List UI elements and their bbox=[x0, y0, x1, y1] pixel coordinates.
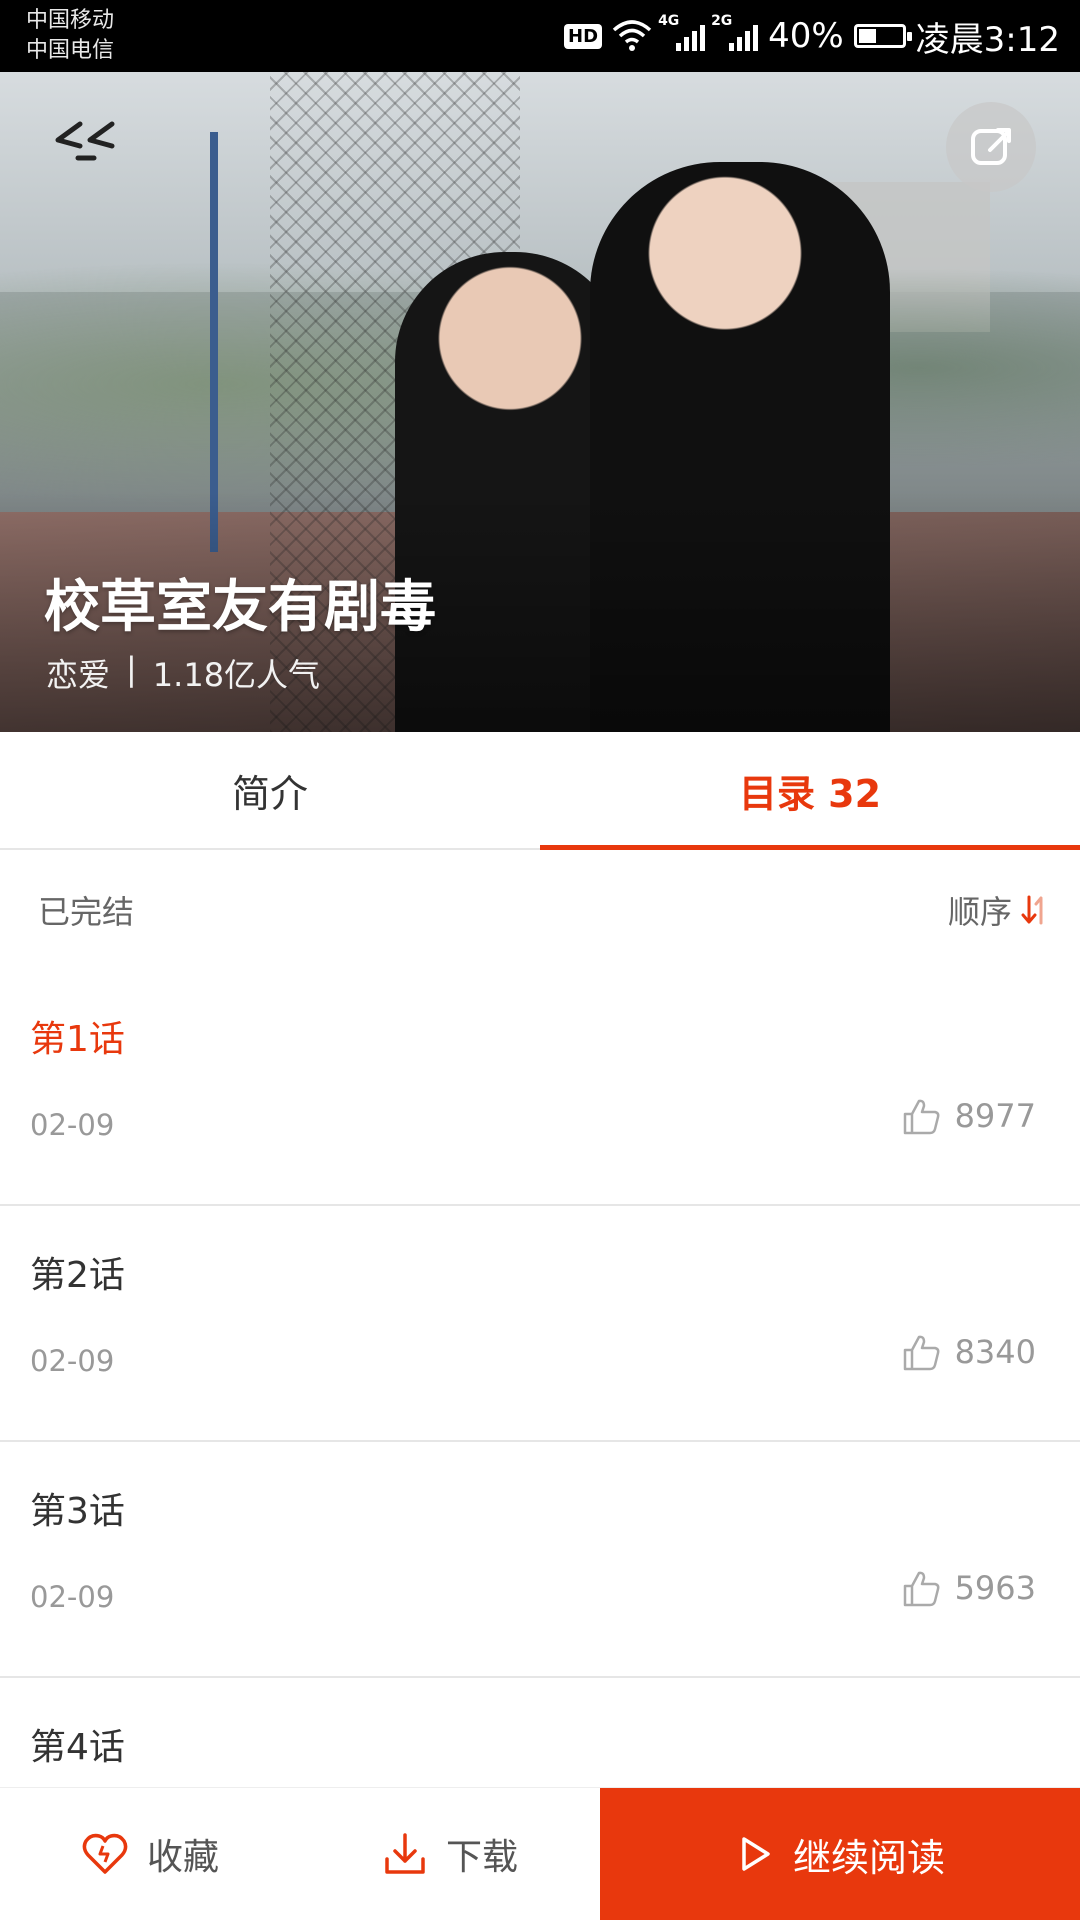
chapter-title: 第3话 bbox=[30, 1491, 125, 1532]
completion-status: 已完结 bbox=[38, 893, 135, 931]
download-label: 下载 bbox=[445, 1837, 518, 1878]
sort-arrows-icon bbox=[1021, 895, 1043, 925]
carrier-1: 中国移动 bbox=[26, 8, 115, 33]
bottom-action-bar: 收藏 下载 继续阅读 bbox=[0, 1788, 1080, 1920]
likes-count: 5963 bbox=[954, 1569, 1036, 1607]
carrier-2: 中国电信 bbox=[26, 38, 115, 63]
status-bar: 中国移动 中国电信 HD 4G 2G 40% 凌晨3:12 bbox=[0, 0, 1080, 72]
chapter-item[interactable]: 第1话 02-09 8977 bbox=[0, 970, 1080, 1206]
chapter-likes: 8340 bbox=[901, 1332, 1036, 1372]
comic-title: 校草室友有剧毒 bbox=[44, 575, 436, 640]
chapter-title: 第1话 bbox=[30, 1019, 125, 1060]
play-icon bbox=[742, 1837, 770, 1871]
hd-icon: HD bbox=[564, 23, 603, 49]
chapter-likes: 8977 bbox=[901, 1096, 1036, 1136]
status-icons: HD 4G 2G 40% 凌晨3:12 bbox=[564, 0, 1060, 72]
popularity-label: 1.18亿人气 bbox=[152, 656, 321, 694]
favorite-button[interactable]: 收藏 bbox=[0, 1788, 300, 1920]
tab-catalog[interactable]: 目录 32 bbox=[540, 732, 1080, 850]
continue-reading-label: 继续阅读 bbox=[792, 1835, 945, 1880]
chapter-list: 第1话 02-09 8977 第2话 02-09 8340 第3话 02-09 … bbox=[0, 970, 1080, 1912]
tab-bar: 简介 目录 32 bbox=[0, 732, 1080, 850]
tab-intro[interactable]: 简介 bbox=[0, 732, 540, 848]
continue-reading-button[interactable]: 继续阅读 bbox=[600, 1788, 1080, 1920]
chapter-title: 第2话 bbox=[30, 1255, 125, 1296]
download-button[interactable]: 下载 bbox=[300, 1788, 600, 1920]
meta-separator: | bbox=[126, 650, 137, 688]
share-icon bbox=[971, 128, 1011, 165]
sort-button[interactable]: 顺序 bbox=[948, 887, 1050, 933]
back-arrows-icon[interactable] bbox=[50, 112, 130, 172]
heart-icon bbox=[82, 1833, 128, 1874]
wifi-icon bbox=[612, 20, 652, 51]
chapter-item[interactable]: 第2话 02-09 8340 bbox=[0, 1206, 1080, 1442]
chapter-date: 02-09 bbox=[30, 1344, 115, 1378]
battery-percent: 40% bbox=[768, 16, 844, 56]
comic-cover: 校草室友有剧毒 恋爱 | 1.18亿人气 bbox=[0, 72, 1080, 732]
chapter-item[interactable]: 第3话 02-09 5963 bbox=[0, 1442, 1080, 1678]
favorite-label: 收藏 bbox=[146, 1837, 219, 1878]
signal-2g-icon: 2G bbox=[711, 13, 759, 51]
thumbs-up-icon bbox=[903, 1099, 939, 1135]
likes-count: 8977 bbox=[954, 1097, 1036, 1135]
thumbs-up-icon bbox=[903, 1335, 939, 1371]
chapter-likes: 5963 bbox=[901, 1568, 1036, 1608]
thumbs-up-icon bbox=[903, 1571, 939, 1607]
signal-4g-icon: 4G bbox=[658, 13, 706, 51]
share-button[interactable] bbox=[946, 102, 1036, 192]
chapter-date: 02-09 bbox=[30, 1108, 115, 1142]
chapter-title: 第4话 bbox=[30, 1727, 125, 1768]
chapter-date: 02-09 bbox=[30, 1580, 115, 1614]
clock: 凌晨3:12 bbox=[915, 19, 1060, 60]
catalog-header: 已完结 顺序 bbox=[0, 850, 1080, 970]
battery-icon bbox=[853, 24, 912, 48]
sort-label: 顺序 bbox=[947, 893, 1012, 931]
genre-label: 恋爱 bbox=[46, 656, 111, 694]
carrier-info: 中国移动 中国电信 bbox=[26, 6, 114, 66]
download-icon bbox=[385, 1833, 425, 1874]
likes-count: 8340 bbox=[954, 1333, 1036, 1371]
comic-meta: 恋爱 | 1.18亿人气 bbox=[46, 650, 320, 696]
